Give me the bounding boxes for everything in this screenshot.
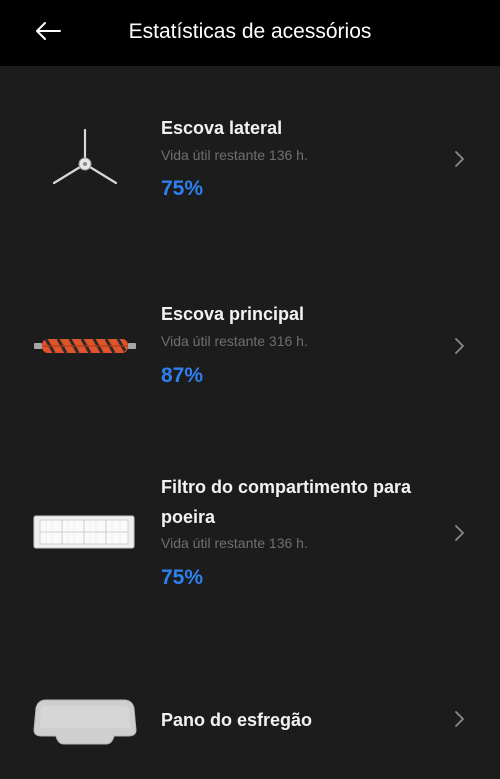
accessory-name: Filtro do compartimento para poeira (161, 477, 412, 527)
chevron-right-icon (455, 525, 464, 541)
side-brush-icon (52, 128, 118, 185)
remaining-percent: 75% (161, 566, 204, 589)
app-header: Estatísticas de acessórios (0, 0, 500, 66)
main-brush-icon (34, 338, 136, 354)
remaining-life-text: Vida útil restante 136 h. (161, 535, 308, 551)
remaining-life-text: Vida útil restante 316 h. (161, 333, 308, 349)
chevron-right-icon (455, 338, 464, 354)
accessory-item-dust-filter[interactable]: Filtro do compartimento para poeira Vida… (0, 472, 500, 602)
page-title: Estatísticas de acessórios (128, 20, 372, 43)
accessory-name: Escova principal (161, 304, 305, 324)
chevron-right-icon (455, 711, 464, 727)
remaining-percent: 87% (161, 364, 204, 387)
accessory-item-main-brush[interactable]: Escova principal Vida útil restante 316 … (0, 296, 500, 406)
accessory-name: Escova lateral (161, 118, 283, 138)
accessory-name: Pano do esfregão (161, 710, 313, 730)
remaining-percent: 75% (161, 177, 204, 200)
dust-filter-icon (33, 515, 135, 549)
mop-cloth-icon (33, 699, 137, 745)
accessory-item-mop-cloth[interactable]: Pano do esfregão (0, 690, 500, 750)
chevron-right-icon (455, 151, 464, 167)
accessory-item-side-brush[interactable]: Escova lateral Vida útil restante 136 h.… (0, 110, 500, 220)
remaining-life-text: Vida útil restante 136 h. (161, 147, 308, 163)
